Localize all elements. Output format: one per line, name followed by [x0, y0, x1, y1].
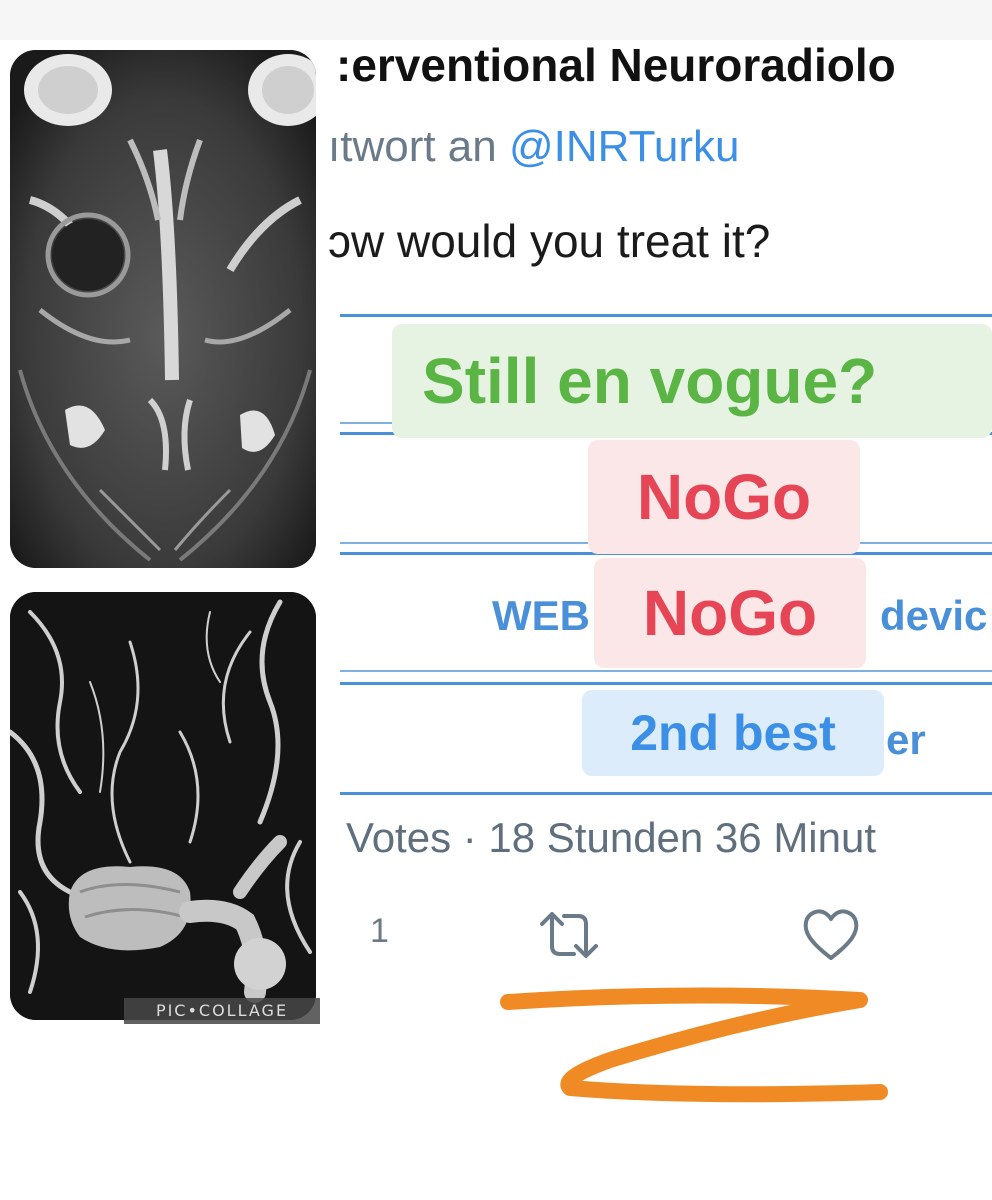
angio-drawing — [10, 592, 316, 1020]
poll-divider — [340, 314, 992, 317]
poll-option-device-fragment[interactable]: devic — [880, 592, 987, 640]
sticker-nogo: NoGo — [594, 558, 866, 668]
poll-divider — [340, 670, 992, 672]
pic-collage-watermark: PIC•COLLAGE — [124, 998, 320, 1024]
poll-divider — [340, 682, 992, 685]
sticker-nogo: NoGo — [588, 440, 860, 554]
poll-option-bottom-fragment[interactable]: er — [886, 716, 926, 764]
sticker-2nd-best: 2nd best — [582, 690, 884, 776]
reply-prefix: ıtwort an — [328, 122, 509, 171]
reply-to-line: ıtwort an @INRTurku — [328, 122, 992, 180]
mri-drawing — [10, 50, 316, 568]
brain-mri-image — [10, 50, 316, 568]
cerebral-angiogram-image — [10, 592, 316, 1020]
poll-divider — [340, 792, 992, 795]
tweet-author-name[interactable]: :erventional Neuroradiolo — [336, 38, 992, 98]
reply-count[interactable]: 1 — [370, 912, 389, 951]
reply-handle-link[interactable]: @INRTurku — [509, 122, 739, 171]
top-strip — [0, 0, 992, 40]
poll-option-web-fragment[interactable]: WEB — [492, 592, 590, 640]
tweet-question: ɔw would you treat it? — [328, 215, 771, 267]
sticker-still-en-vogue: Still en vogue? — [392, 324, 992, 438]
heart-icon[interactable] — [800, 906, 862, 964]
retweet-icon[interactable] — [534, 906, 604, 964]
orange-scribble-annotation — [500, 987, 888, 1103]
poll-votes-status: Votes · 18 Stunden 36 Minut — [346, 814, 877, 861]
